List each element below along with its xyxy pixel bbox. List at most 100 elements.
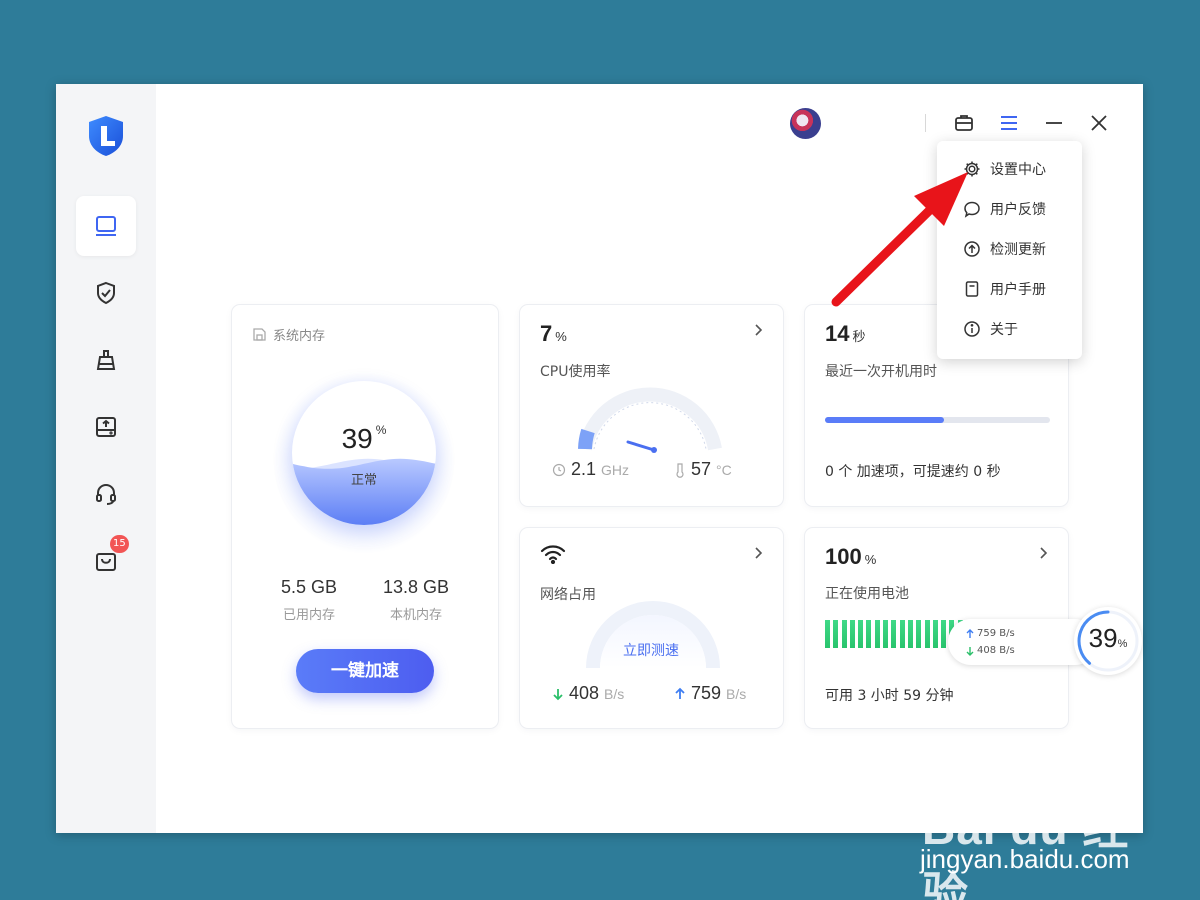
chat-bubble-icon [964,201,980,218]
memory-card-title: 系统内存 [252,325,325,344]
headset-icon [96,483,116,505]
sidebar-item-cleanup[interactable] [76,330,136,390]
minimize-button[interactable] [1041,110,1067,136]
wifi-icon [540,545,566,564]
used-memory-value: 5.5 GB [280,577,338,597]
cpu-frequency-unit: GHz [601,461,630,478]
thermometer-icon [676,462,684,478]
memory-percent-value: 39 [341,423,373,454]
widget-download: 408 B/s [966,645,1015,656]
book-icon [965,281,979,297]
watermark-url: jingyan.baidu.com [920,844,1130,874]
sidebar-item-drive[interactable] [76,397,136,457]
memory-status: 正常 [350,473,377,488]
menu-item-settings[interactable]: 设置中心 [937,149,1082,189]
total-memory-value: 13.8 GB [382,577,450,597]
baidu-watermark: Bai du 经验 jingyan.baidu.com [918,770,1148,900]
memory-icon [253,328,266,341]
sidebar-item-security[interactable] [76,263,136,323]
toolbox-icon [955,115,973,131]
cpu-card[interactable]: 7% CPU使用率 2.1 GHz 57 °C [520,305,783,506]
sidebar: 15 [56,84,156,833]
widget-percent-value: 39 [1088,623,1118,653]
cpu-frequency: 2.1 GHz [552,459,629,480]
network-gauge [586,601,720,668]
close-icon [1091,115,1107,131]
info-icon [964,321,980,337]
boot-label: 最近一次开机用时 [825,364,937,380]
avatar[interactable] [790,108,821,139]
speed-test-button[interactable]: 立即测速 [580,640,722,660]
widget-percent: 39% [1074,623,1142,654]
battery-segment [899,620,905,648]
boost-button[interactable]: 一键加速 [296,649,434,693]
toolbox-button[interactable] [951,110,977,136]
menu-item-label: 检测更新 [990,242,1046,258]
battery-segment [891,620,897,648]
battery-remaining: 可用 3 小时 59 分钟 [825,688,954,704]
gear-icon [964,161,980,177]
menu-item-label: 关于 [990,322,1018,338]
battery-segment [849,620,855,648]
network-download: 408 B/s [552,683,624,704]
menu-item-feedback[interactable]: 用户反馈 [937,189,1082,229]
minimize-icon [1046,122,1062,124]
cpu-usage: 7% [540,321,567,347]
battery-level: 100% [825,544,876,570]
battery-label: 正在使用电池 [825,586,909,602]
menu-icon [1001,116,1017,130]
battery-level-value: 100 [825,544,862,569]
drive-upload-icon [96,417,116,437]
chevron-right-icon [755,547,763,559]
total-memory-stat: 13.8 GB 本机内存 [378,577,454,623]
network-upload: 759 B/s [674,683,746,704]
notification-badge: 15 [110,535,129,553]
network-card[interactable]: 网络占用 立即测速 408 B/s 759 B/s [520,528,783,728]
upload-speed-unit: B/s [726,685,747,702]
memory-title-text: 系统内存 [273,329,326,344]
cpu-gauge [578,387,722,453]
clock-icon [552,463,566,476]
menu-item-label: 用户反馈 [990,202,1046,218]
sidebar-item-support[interactable] [76,464,136,524]
menu-item-manual[interactable]: 用户手册 [937,269,1082,309]
boot-time-unit: 秒 [852,329,866,344]
menu-button[interactable] [996,110,1022,136]
widget-download-value: 408 B/s [977,645,1015,656]
battery-segment [916,620,922,648]
boot-time-value: 14 [825,321,850,346]
cpu-label: CPU使用率 [540,364,611,380]
battery-segment [932,620,938,648]
battery-segment [941,620,947,648]
upload-circle-icon [964,241,980,257]
sidebar-item-home[interactable] [76,196,136,256]
shield-check-icon [97,281,115,305]
cpu-temperature-unit: °C [716,461,732,478]
battery-segment [874,620,880,648]
menu-item-check-update[interactable]: 检测更新 [937,229,1082,269]
floating-speed-widget[interactable]: 759 B/s 408 B/s 39% [948,607,1142,675]
arrow-up-icon [675,687,685,699]
monitor-icon [96,216,116,236]
cpu-temperature-value: 57 [691,459,712,479]
battery-segment [858,620,864,648]
broom-icon [96,350,116,370]
battery-segment [825,620,830,648]
menu-item-about[interactable]: 关于 [937,309,1082,349]
dropdown-menu: 设置中心 用户反馈 检测更新 用户手册 关于 [937,141,1082,359]
cpu-usage-unit: % [555,329,567,344]
battery-segment [924,620,930,648]
menu-item-label: 设置中心 [990,162,1046,178]
widget-memory-ring: 39% [1074,607,1142,675]
cpu-frequency-value: 2.1 [571,459,597,479]
memory-orb[interactable]: 39% 正常 [292,381,436,525]
sidebar-item-store[interactable]: 15 [76,531,136,591]
memory-percent-unit: % [375,423,387,437]
memory-percent: 39% [292,423,436,455]
close-button[interactable] [1086,110,1112,136]
battery-segment [907,620,913,648]
boot-progress-fill [825,417,945,423]
cpu-temperature: 57 °C [674,459,732,480]
battery-level-unit: % [864,552,877,567]
arrow-down-icon [553,688,563,700]
